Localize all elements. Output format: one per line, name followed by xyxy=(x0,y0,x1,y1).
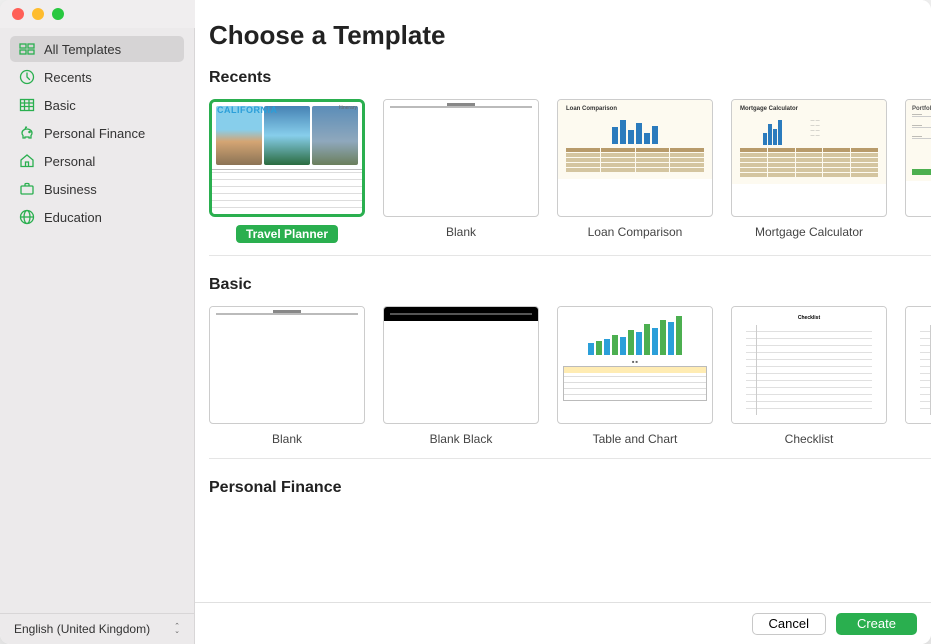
section-title-basic: Basic xyxy=(209,276,931,294)
template-label: Loan Comparison xyxy=(588,225,683,239)
thumb-title: Checklist xyxy=(746,315,872,321)
globe-icon xyxy=(18,208,36,226)
thumb-title: CALIFORNIA xyxy=(217,105,278,115)
grid-icon xyxy=(18,96,36,114)
chevron-updown-icon: ⌃⌄ xyxy=(174,624,180,634)
page-title: Choose a Template xyxy=(209,20,931,51)
template-thumbnail xyxy=(209,306,365,424)
language-label: English (United Kingdom) xyxy=(14,622,150,636)
template-card-blank-black[interactable]: Blank Black xyxy=(383,306,539,446)
template-label: Mortgage Calculator xyxy=(755,225,863,239)
template-card-checklist[interactable]: Checklist Checklist xyxy=(731,306,887,446)
language-selector[interactable]: English (United Kingdom) ⌃⌄ xyxy=(0,613,194,644)
zoom-window-button[interactable] xyxy=(52,8,64,20)
template-thumbnail: Portfolio——$482.00———— xyxy=(905,99,931,217)
template-thumbnail: CALIFORNIA Itinerary xyxy=(209,99,365,217)
clock-icon xyxy=(18,68,36,86)
minimize-window-button[interactable] xyxy=(32,8,44,20)
template-label: Travel Planner xyxy=(236,225,338,243)
template-thumbnail: Mortgage Calculator— —— —— —— — xyxy=(731,99,887,217)
template-thumbnail xyxy=(383,306,539,424)
sidebar: All Templates Recents Basic Personal Financ… xyxy=(0,0,195,644)
sidebar-item-personal-finance[interactable]: Personal Finance xyxy=(10,120,184,146)
template-card-checklist[interactable]: ChecklistChecklist xyxy=(905,306,931,446)
template-row: Blank Blank Black ■ ■ Table and Chart Checkl… xyxy=(209,306,931,459)
template-label: Blank xyxy=(272,432,302,446)
sidebar-item-label: All Templates xyxy=(44,42,121,57)
template-thumbnail: Loan Comparison xyxy=(557,99,713,217)
section-title-personal-finance: Personal Finance xyxy=(209,479,931,497)
sidebar-item-business[interactable]: Business xyxy=(10,176,184,202)
sidebar-item-label: Personal Finance xyxy=(44,126,145,141)
template-thumbnail xyxy=(383,99,539,217)
section-title-recents: Recents xyxy=(209,69,931,87)
thumb-corner: Itinerary xyxy=(339,105,357,111)
sidebar-item-label: Business xyxy=(44,182,97,197)
piggy-icon xyxy=(18,124,36,142)
create-button[interactable]: Create xyxy=(836,613,917,635)
template-card-travel-planner[interactable]: CALIFORNIA Itinerary Travel Planner xyxy=(209,99,365,243)
footer: Cancel Create xyxy=(195,602,931,644)
templates-icon xyxy=(18,40,36,58)
sidebar-item-all-templates[interactable]: All Templates xyxy=(10,36,184,62)
titlebar xyxy=(0,0,195,28)
template-thumbnail: Checklist xyxy=(905,306,931,424)
sidebar-item-label: Education xyxy=(44,210,102,225)
sidebar-item-label: Basic xyxy=(44,98,76,113)
sidebar-item-label: Personal xyxy=(44,154,95,169)
thumb-title: Mortgage Calculator xyxy=(740,106,878,112)
template-card-my-stocks[interactable]: Portfolio——$482.00————My Stocks xyxy=(905,99,931,243)
thumb-title: Checklist xyxy=(920,315,931,321)
template-label: Checklist xyxy=(785,432,834,446)
briefcase-icon xyxy=(18,180,36,198)
template-thumbnail: Checklist xyxy=(731,306,887,424)
sidebar-item-basic[interactable]: Basic xyxy=(10,92,184,118)
cancel-button[interactable]: Cancel xyxy=(752,613,826,635)
template-thumbnail: ■ ■ xyxy=(557,306,713,424)
main-scroll[interactable]: Choose a Template Recents CALIFORNIA Itine… xyxy=(195,0,931,602)
template-label: Table and Chart xyxy=(593,432,678,446)
sidebar-item-personal[interactable]: Personal xyxy=(10,148,184,174)
sidebar-item-education[interactable]: Education xyxy=(10,204,184,230)
sidebar-list: All Templates Recents Basic Personal Financ… xyxy=(0,36,194,613)
template-card-mortgage-calculator[interactable]: Mortgage Calculator— —— —— —— —Mortgage … xyxy=(731,99,887,243)
template-chooser-window: All Templates Recents Basic Personal Financ… xyxy=(0,0,931,644)
close-window-button[interactable] xyxy=(12,8,24,20)
sidebar-item-recents[interactable]: Recents xyxy=(10,64,184,90)
template-card-loan-comparison[interactable]: Loan Comparison Loan Comparison xyxy=(557,99,713,243)
main-content: Choose a Template Recents CALIFORNIA Itine… xyxy=(195,0,931,644)
template-card-blank[interactable]: Blank xyxy=(383,99,539,243)
template-card-table-and-chart[interactable]: ■ ■ Table and Chart xyxy=(557,306,713,446)
template-label: Blank xyxy=(446,225,476,239)
sidebar-item-label: Recents xyxy=(44,70,92,85)
template-card-blank[interactable]: Blank xyxy=(209,306,365,446)
thumb-title: Loan Comparison xyxy=(566,106,704,112)
template-label: Blank Black xyxy=(430,432,493,446)
template-row: CALIFORNIA Itinerary Travel Planner Blank Lo… xyxy=(209,99,931,256)
home-icon xyxy=(18,152,36,170)
